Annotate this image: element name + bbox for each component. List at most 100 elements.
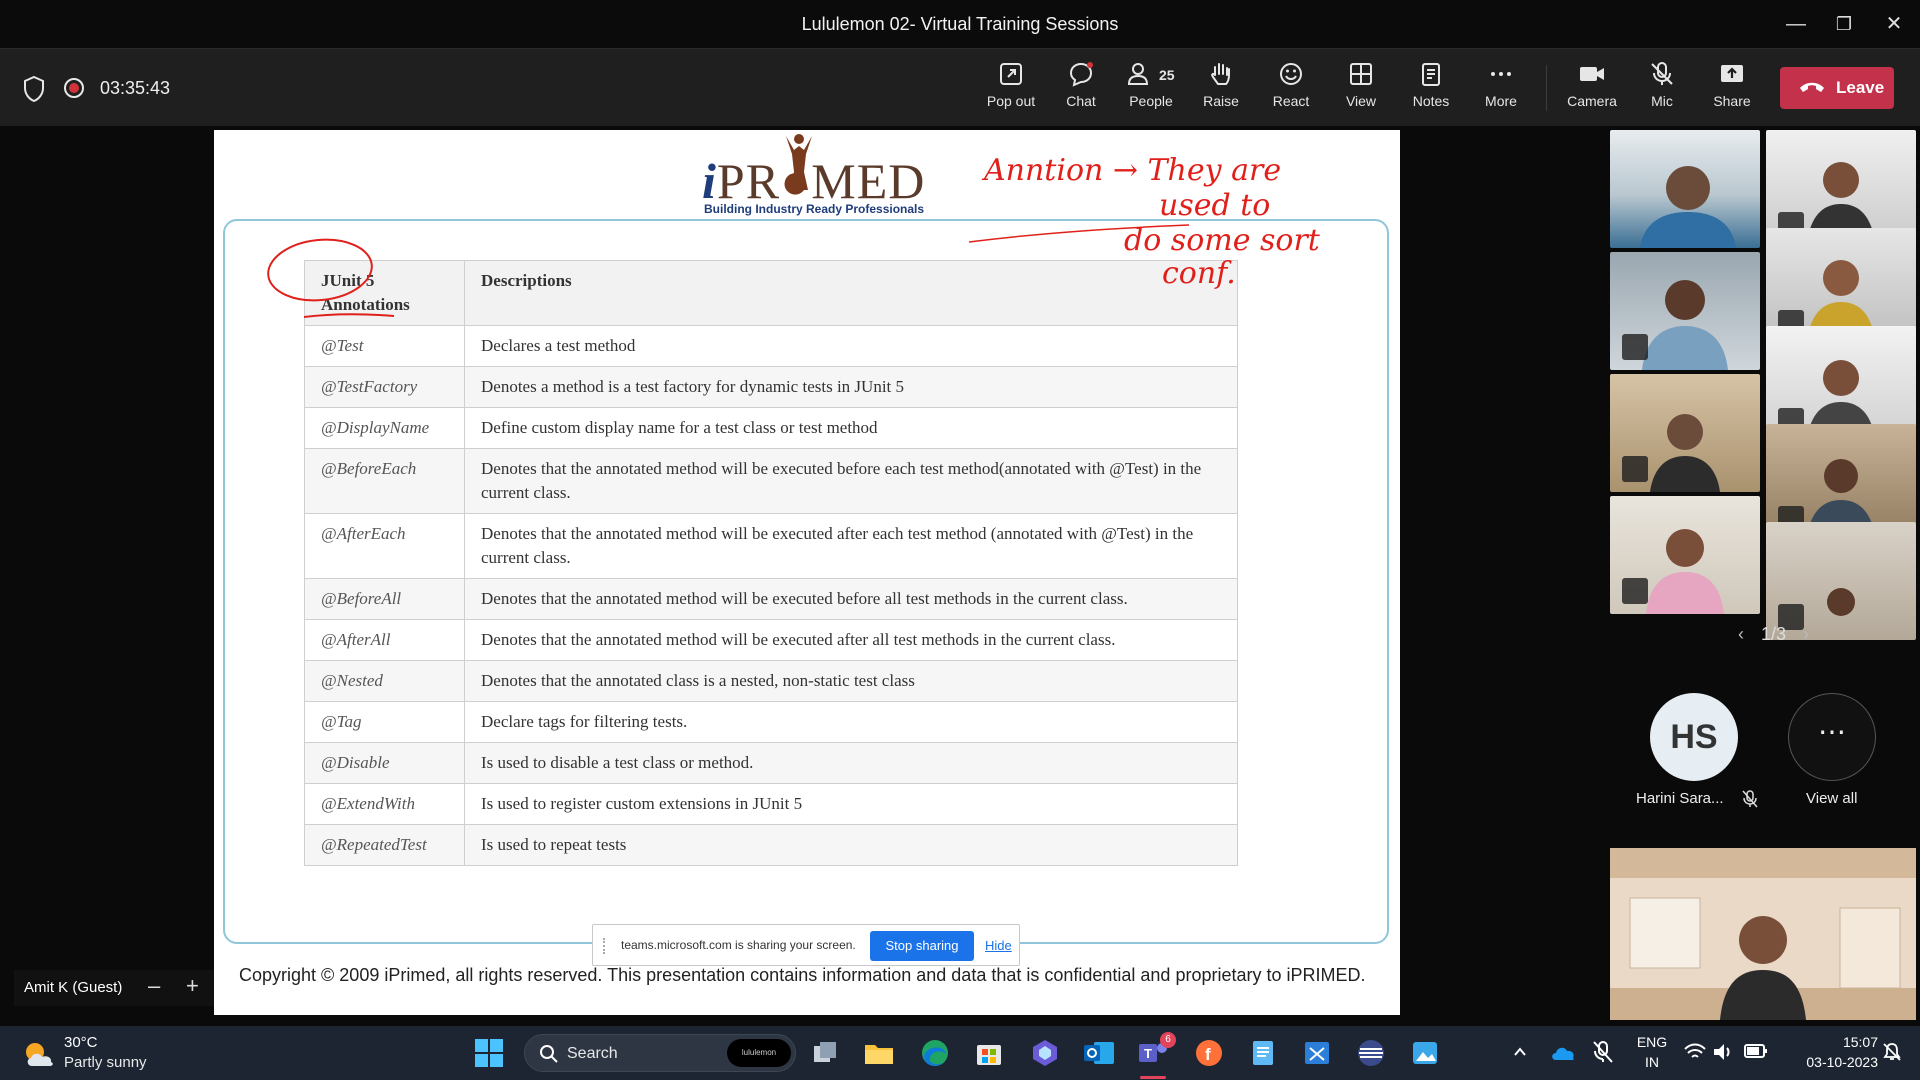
task-view-icon[interactable] — [808, 1036, 842, 1070]
view-all-button[interactable]: ⋯ — [1788, 693, 1876, 781]
windows-start-icon[interactable] — [472, 1036, 506, 1070]
view-button[interactable]: View — [1327, 59, 1395, 117]
leave-label: Leave — [1836, 78, 1885, 97]
camera-icon — [1580, 67, 1604, 81]
description-cell: Denotes that the annotated method will b… — [464, 578, 1238, 620]
table-row: @AfterAll Denotes that the annotated meth… — [304, 619, 1238, 661]
volume-icon[interactable] — [1712, 1042, 1734, 1062]
header-annotations: JUnit 5 Annotations — [304, 260, 465, 326]
clock-time[interactable]: 15:07 — [1778, 1034, 1878, 1050]
mic-muted-icon[interactable] — [1592, 1040, 1614, 1064]
clock-date[interactable]: 03-10-2023 — [1778, 1054, 1878, 1070]
table-row: @Tag Declare tags for filtering tests. — [304, 701, 1238, 743]
header-descriptions: Descriptions — [464, 260, 1238, 326]
teams-notification-badge: 6 — [1160, 1032, 1176, 1048]
annotation-cell: @DisplayName — [304, 407, 465, 449]
onedrive-icon[interactable] — [1550, 1042, 1576, 1062]
more-button[interactable]: More — [1467, 59, 1535, 117]
table-row: @BeforeEach Denotes that the annotated me… — [304, 448, 1238, 514]
description-cell: Is used to repeat tests — [464, 824, 1238, 866]
table-row: @Test Declares a test method — [304, 325, 1238, 367]
grid-view-icon — [1350, 63, 1372, 85]
chevron-left-icon[interactable]: ‹ — [1726, 624, 1756, 645]
partly-sunny-icon[interactable] — [22, 1040, 56, 1068]
minimize-icon[interactable]: — — [1782, 10, 1810, 38]
participant-video[interactable] — [1766, 522, 1916, 640]
room-background — [1610, 848, 1916, 1020]
wifi-icon[interactable] — [1684, 1043, 1706, 1061]
participant-video[interactable] — [1610, 374, 1760, 492]
smile-icon — [1280, 63, 1302, 85]
share-message: teams.microsoft.com is sharing your scre… — [621, 938, 856, 952]
share-button[interactable]: Share — [1698, 59, 1766, 117]
annotation-cell: @Test — [304, 325, 465, 367]
photos-icon[interactable] — [1408, 1036, 1442, 1070]
notification-bell-icon[interactable] — [1882, 1042, 1902, 1062]
hang-up-icon — [1800, 82, 1824, 92]
battery-icon[interactable] — [1744, 1043, 1768, 1059]
react-button[interactable]: React — [1257, 59, 1325, 117]
people-button[interactable]: 25 People — [1117, 59, 1185, 117]
header-annotations-text: JUnit 5 Annotations — [321, 271, 410, 314]
table-row: @ExtendWith Is used to register custom ex… — [304, 783, 1238, 825]
notepad-icon[interactable] — [1246, 1036, 1280, 1070]
chat-button[interactable]: Chat — [1047, 59, 1115, 117]
chevron-up-icon[interactable] — [1512, 1044, 1528, 1060]
region[interactable]: IN — [1634, 1054, 1670, 1070]
table-row: @DisplayName Define custom display name f… — [304, 407, 1238, 449]
participant-video[interactable] — [1610, 848, 1916, 1020]
more-label: More — [1485, 93, 1517, 109]
drag-handle-icon[interactable] — [603, 938, 609, 954]
chat-label: Chat — [1066, 93, 1096, 109]
description-cell: Denotes a method is a test factory for d… — [464, 366, 1238, 408]
participant-name: Harini Sara... — [1636, 790, 1724, 807]
pop-out-button[interactable]: Pop out — [977, 59, 1045, 117]
copilot-icon[interactable] — [1028, 1036, 1062, 1070]
restore-icon[interactable]: ❐ — [1830, 10, 1858, 38]
snipping-tool-icon[interactable] — [1300, 1036, 1334, 1070]
close-icon[interactable]: ✕ — [1880, 10, 1908, 38]
participant-video[interactable] — [1610, 496, 1760, 614]
raise-label: Raise — [1203, 93, 1239, 109]
svg-text:T: T — [1144, 1046, 1152, 1061]
participant-video[interactable] — [1610, 252, 1760, 370]
logo-figure-icon — [786, 134, 812, 190]
shield-icon[interactable] — [22, 75, 46, 103]
outlook-icon[interactable] — [1082, 1036, 1116, 1070]
description-cell: Declares a test method — [464, 325, 1238, 367]
annotation-cell: @Disable — [304, 742, 465, 784]
chevron-right-icon[interactable]: › — [1791, 624, 1821, 645]
leave-button[interactable]: Leave — [1780, 67, 1894, 109]
camera-label: Camera — [1567, 93, 1617, 109]
app-icon[interactable] — [1354, 1036, 1388, 1070]
microsoft-store-icon[interactable] — [972, 1036, 1006, 1070]
search-icon — [540, 1045, 558, 1063]
hide-banner-link[interactable]: Hide — [985, 938, 1012, 953]
language[interactable]: ENG — [1634, 1034, 1670, 1050]
muted-mic-icon — [1622, 456, 1648, 482]
stop-sharing-button[interactable]: Stop sharing — [870, 931, 974, 961]
page-indicator: 1/3 — [1761, 624, 1787, 644]
table-row: @TestFactory Denotes a method is a test f… — [304, 366, 1238, 408]
self-name: Amit K (Guest) — [24, 979, 123, 996]
notes-label: Notes — [1412, 93, 1450, 109]
raise-button[interactable]: Raise — [1187, 59, 1255, 117]
muted-mic-icon — [1622, 578, 1648, 604]
mic-label: Mic — [1651, 93, 1673, 109]
zoom-in-icon[interactable]: + — [186, 973, 199, 999]
annotation-cell: @BeforeEach — [304, 448, 465, 514]
iprimed-logo: iPR●MED Building Industry Ready Professi… — [688, 130, 928, 220]
participant-avatar[interactable]: HS — [1650, 693, 1738, 781]
zoom-out-icon[interactable]: – — [148, 973, 160, 999]
file-explorer-icon[interactable] — [862, 1036, 896, 1070]
taskbar-search[interactable]: Search lululemon — [524, 1034, 796, 1072]
camera-button[interactable]: Camera — [1558, 59, 1626, 117]
annotation-cell: @Nested — [304, 660, 465, 702]
participant-video[interactable] — [1610, 130, 1760, 248]
notes-button[interactable]: Notes — [1397, 59, 1465, 117]
firefox-icon[interactable]: f — [1192, 1036, 1226, 1070]
mic-button[interactable]: Mic — [1628, 59, 1696, 117]
people-icon — [1127, 63, 1149, 85]
edge-browser-icon[interactable] — [918, 1036, 952, 1070]
share-label: Share — [1713, 93, 1751, 109]
